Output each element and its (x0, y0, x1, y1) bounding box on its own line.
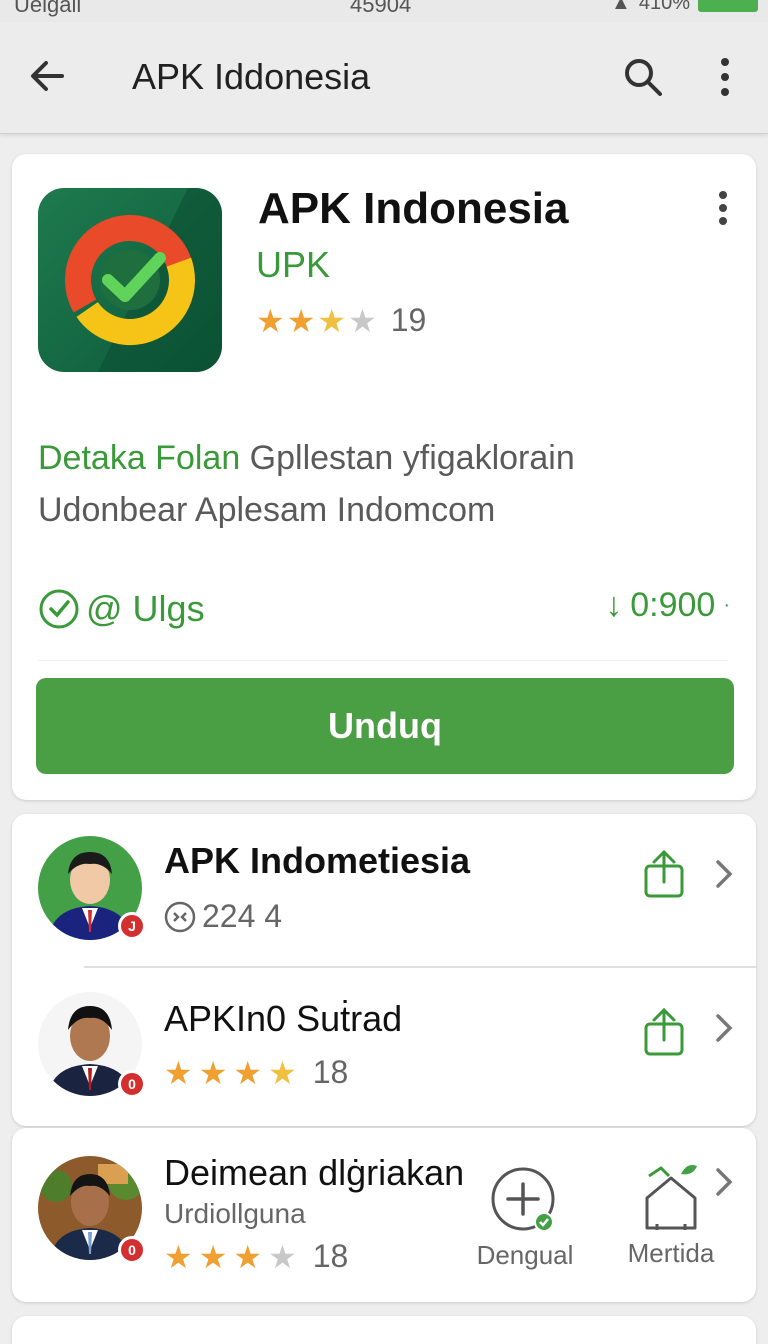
star-empty-icon: ★ (348, 302, 377, 339)
share-icon[interactable] (640, 1006, 688, 1058)
star-half-icon: ★ (317, 302, 347, 339)
description-accent[interactable]: Detaka Folan (38, 439, 240, 477)
star-icon: ★ (164, 1238, 193, 1275)
status-time: 45904 (350, 0, 412, 17)
shield-icon (164, 901, 196, 932)
star-half-icon: ★ (268, 1054, 297, 1091)
search-icon[interactable] (620, 54, 666, 100)
house-plant-icon (645, 1165, 697, 1230)
star-icon: ★ (286, 302, 316, 339)
verified-meta: @ Ulgs (38, 588, 205, 630)
list-item[interactable]: 0 APKIn0 Suṫrad ★ ★ ★ ★ 18 (12, 970, 756, 1124)
star-icon: ★ (233, 1054, 263, 1091)
list-item-rating: ★ ★ ★ ★ 18 (164, 1054, 348, 1091)
next-card-peek (12, 1316, 756, 1344)
card-overflow-icon[interactable] (712, 190, 734, 226)
app-description: Detaka Folan Gpllestan yfigaklorain Udon… (38, 432, 738, 536)
back-arrow-icon[interactable] (26, 54, 70, 98)
add-button[interactable]: Dengual (470, 1166, 580, 1271)
app-detail-card: APK Indonesia UPK ★ ★ ★ ★ 19 Detaka Fola… (12, 154, 756, 800)
verified-check-icon (39, 589, 79, 629)
description-line2: Udonbear Aplesam Indomcom (38, 491, 496, 529)
app-badge-icon: J (118, 912, 146, 940)
list-item-title: Deimean dlġriakan (164, 1152, 465, 1193)
add-button-label: Dengual (476, 1240, 574, 1270)
wishlist-button-label: Mertida (627, 1238, 715, 1268)
app-bar: APK Iddonesia (0, 22, 768, 134)
app-rating: ★ ★ ★ ★ 19 (256, 302, 426, 339)
list-item[interactable]: 0 Deimean dlġriakan Urdiollguna ★ ★ ★ ★ … (12, 1128, 756, 1302)
list-item-title: APKIn0 Suṫrad (164, 998, 403, 1039)
list-item[interactable]: J APK Indometiesia 224 4 (12, 814, 756, 968)
signal-icon: ▲ (611, 0, 631, 14)
star-icon: ★ (164, 1054, 193, 1091)
battery-icon (698, 0, 758, 12)
rating-count: 19 (390, 302, 427, 338)
battery-label: 410% (638, 0, 690, 14)
overflow-menu-icon[interactable] (708, 54, 742, 100)
add-circle-icon (491, 1167, 555, 1232)
chevron-right-icon[interactable] (712, 1164, 736, 1200)
install-button[interactable]: Unduq (36, 678, 734, 774)
list-item-subtitle: Urdiollguna (164, 1198, 306, 1229)
status-icons: ▲ 410% (611, 0, 758, 15)
list-item-title: APK Indometiesia (164, 840, 471, 881)
related-apps-card: J APK Indometiesia 224 4 0 APKIn0 Suṫrad… (12, 814, 756, 1126)
star-icon: ★ (198, 1054, 228, 1091)
star-icon: ★ (233, 1238, 263, 1275)
app-logo-icon (38, 188, 222, 372)
chevron-right-icon[interactable] (712, 856, 736, 892)
status-bar: Uelgall 45904 ▲ 410% (0, 0, 768, 22)
featured-app-card: 0 Deimean dlġriakan Urdiollguna ★ ★ ★ ★ … (12, 1128, 756, 1302)
star-empty-icon: ★ (268, 1238, 297, 1275)
dot-icon: · (723, 594, 730, 616)
star-icon: ★ (198, 1238, 228, 1275)
row-divider (84, 966, 756, 968)
list-item-meta: 224 4 (202, 898, 283, 934)
download-count: 0:900 (630, 586, 716, 624)
app-badge-icon: 0 (118, 1070, 146, 1098)
divider (38, 660, 728, 661)
app-badge-icon: 0 (118, 1236, 146, 1264)
share-icon[interactable] (640, 848, 688, 900)
chevron-right-icon[interactable] (712, 1010, 736, 1046)
wishlist-button[interactable]: Mertida (616, 1162, 726, 1269)
meta-left-text: @ Ulgs (86, 588, 205, 629)
star-icon: ★ (256, 302, 285, 339)
rating-count: 18 (312, 1238, 349, 1274)
download-arrow-icon: ↓ (605, 586, 623, 624)
list-item-rating: ★ ★ ★ ★ 18 (164, 1238, 348, 1275)
download-meta: ↓ 0:900 · (605, 586, 730, 625)
page-title: APK Iddonesia (132, 56, 371, 97)
description-rest: Gpllestan yfigaklorain (240, 439, 575, 477)
carrier-label: Uelgall (14, 0, 82, 17)
app-title: APK Indonesia (258, 184, 569, 233)
list-item-sub: 224 4 (164, 898, 282, 935)
developer-link[interactable]: UPK (256, 244, 330, 286)
rating-count: 18 (312, 1054, 349, 1090)
